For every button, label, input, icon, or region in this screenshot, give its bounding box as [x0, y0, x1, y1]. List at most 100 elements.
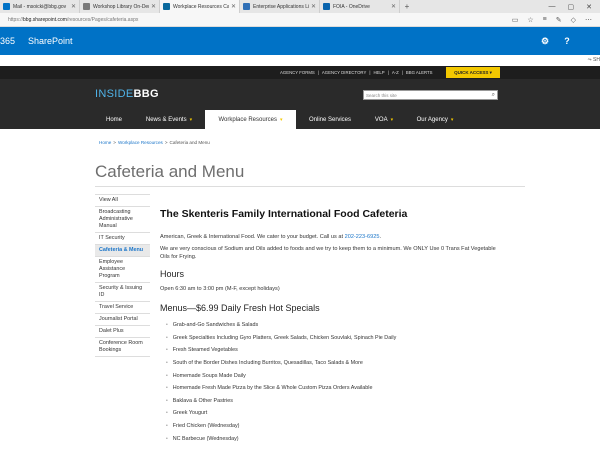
menu-list: • Grab-and-Go Sandwiches & Salads • Greek S… [160, 319, 505, 445]
left-nav-item[interactable]: Travel Service [95, 302, 150, 314]
page-icon [83, 3, 90, 10]
address-bar[interactable]: https://bbg.sharepoint.com/resources/Pag… [0, 13, 600, 27]
close-icon[interactable]: ✕ [391, 3, 396, 10]
left-nav-item[interactable]: Journalist Portal [95, 314, 150, 326]
left-nav-item[interactable]: IT Security [95, 233, 150, 245]
browser-tab[interactable]: Workplace Resources Ca ✕ [160, 0, 240, 13]
close-window-icon[interactable]: ✕ [586, 3, 592, 11]
menu-list-item: • Greek Specialties Including Gyro Platte… [160, 332, 505, 345]
menu-item-text: Fried Chicken (Wednesday) [172, 423, 240, 430]
nav-item-label: VOA [374, 116, 388, 123]
menu-list-item: • Fried Chicken (Wednesday) [160, 420, 505, 433]
close-icon[interactable]: ✕ [311, 3, 316, 10]
utility-link[interactable]: AGENCY DIRECTORY [322, 70, 366, 75]
settings-gear-icon[interactable]: ⚙ [534, 27, 556, 55]
nav-item-label: Workplace Resources [218, 117, 278, 123]
menu-item-text: Grab-and-Go Sandwiches & Salads [172, 322, 259, 329]
close-icon[interactable]: ✕ [231, 3, 236, 10]
browser-tab-label: FOIA - OneDrive [333, 3, 370, 10]
sharepoint-label[interactable]: SharePoint [28, 36, 73, 46]
account-icon[interactable] [578, 27, 600, 55]
health-paragraph: We are very conscious of Sodium and Oils… [160, 246, 496, 260]
page-title: Cafeteria and Menu [95, 162, 245, 181]
reading-view-icon[interactable]: ▭ [512, 16, 519, 24]
utility-link[interactable]: A-Z [392, 70, 399, 75]
utility-link[interactable]: BBG ALERTS [406, 70, 433, 75]
maximize-icon[interactable]: ▢ [568, 3, 575, 11]
bullet-icon: • [166, 334, 168, 341]
share-icon[interactable]: ◇ [571, 16, 576, 24]
browser-tab[interactable]: Mail - msoicki@bbg.gov ✕ [0, 0, 80, 13]
bullet-icon: • [166, 423, 168, 430]
menu-list-item: • NC Barbecue (Wednesday) [160, 432, 505, 445]
search-icon[interactable]: ⌕ [492, 92, 495, 99]
nav-item[interactable]: Our Agency ▾ [404, 110, 466, 129]
bullet-icon: • [166, 322, 168, 329]
sharepoint-icon [163, 3, 170, 10]
office365-label[interactable]: 365 [0, 36, 16, 46]
breadcrumb-item[interactable]: Workplace Resources [118, 140, 163, 145]
suite-bar: 365 SharePoint ⚙ ? [0, 27, 600, 55]
nav-item[interactable]: Workplace Resources ▾ [205, 110, 296, 130]
quick-access-button[interactable]: QUICK ACCESS ▾ [446, 67, 500, 78]
menu-item-text: NC Barbecue (Wednesday) [172, 435, 239, 442]
nav-item[interactable]: News & Events ▾ [133, 110, 205, 129]
left-nav-item[interactable]: Cafeteria & Menu [95, 245, 150, 257]
menu-item-text: Baklava & Other Pastries [172, 397, 233, 404]
new-tab-icon[interactable]: + [400, 0, 414, 13]
bullet-icon: • [166, 410, 168, 417]
inside-bbg-logo[interactable]: INSIDEBBG [95, 88, 159, 100]
left-nav-item[interactable]: Conference Room Bookings [95, 338, 150, 357]
left-nav-item[interactable]: Employee Assistance Program [95, 257, 150, 283]
intro-paragraph: American, Greek & International Food. We… [160, 234, 381, 240]
search-input[interactable]: Search this site ⌕ [363, 90, 498, 100]
browser-tab[interactable]: FOIA - OneDrive ✕ [320, 0, 400, 13]
breadcrumb-item[interactable]: Home [99, 140, 111, 145]
nav-item-label: Home [105, 116, 122, 123]
left-nav-item[interactable]: Dalet Plus [95, 326, 150, 338]
phone-link[interactable]: 202-223-6925 [345, 234, 380, 240]
left-nav-item[interactable]: Broadcasting Administrative Manual [95, 207, 150, 233]
menu-list-item: • South of the Border Dishes Including Bu… [160, 357, 505, 370]
hub-icon[interactable]: ≡ [543, 16, 547, 24]
share-arrow-icon: ⤳ [587, 57, 592, 63]
left-nav-item[interactable]: View All [95, 194, 150, 207]
main-nav: Home News & Events ▾ Workplace Resources ▾ On… [0, 110, 600, 130]
utility-link[interactable]: AGENCY FORMS [280, 70, 315, 75]
utility-links: AGENCY FORMS | AGENCY DIRECTORY | HELP | A-Z | B… [280, 66, 433, 79]
browser-tab[interactable]: Enterprise Applications Lim ✕ [240, 0, 320, 13]
menu-heading: Menus—$6.99 Daily Fresh Hot Specials [160, 303, 320, 313]
url-text[interactable]: https://bbg.sharepoint.com/resources/Pag… [8, 17, 138, 23]
nav-item[interactable]: Online Services [296, 110, 364, 129]
utility-link[interactable]: HELP [373, 70, 384, 75]
address-bar-tools: ▭ ☆ ≡ ✎ ◇ ⋯ [512, 16, 600, 24]
browser-tab-label: Workshop Library On-Dema [93, 3, 149, 10]
close-icon[interactable]: ✕ [151, 3, 156, 10]
nav-item[interactable]: Home [95, 110, 133, 129]
window-controls: — ▢ ✕ [549, 0, 600, 13]
notes-icon[interactable]: ✎ [556, 16, 562, 24]
left-nav-item[interactable]: Security & Issuing ID [95, 283, 150, 302]
close-icon[interactable]: ✕ [71, 3, 76, 10]
minimize-icon[interactable]: — [549, 3, 556, 10]
breadcrumb-separator: > [164, 140, 168, 145]
menu-list-item: • Homemade Fresh Made Pizza by the Slice … [160, 382, 505, 395]
browser-tab-label: Mail - msoicki@bbg.gov [13, 3, 67, 10]
browser-tab[interactable]: Workshop Library On-Dema ✕ [80, 0, 160, 13]
menu-list-item: • Homemade Soups Made Daily [160, 369, 505, 382]
bullet-icon: • [166, 360, 168, 367]
nav-item[interactable]: VOA ▾ [364, 110, 404, 129]
nav-item-label: Our Agency [416, 116, 448, 123]
share-button[interactable]: ⤳ SH [588, 57, 600, 63]
bullet-icon: • [166, 347, 168, 354]
favorite-star-icon[interactable]: ☆ [527, 16, 533, 24]
page-icon [243, 3, 250, 10]
title-divider [95, 186, 525, 187]
utility-separator: | [401, 70, 403, 75]
more-icon[interactable]: ⋯ [585, 16, 592, 24]
mail-icon [3, 3, 10, 10]
help-icon[interactable]: ? [556, 27, 578, 55]
menu-list-item: • Baklava & Other Pastries [160, 395, 505, 408]
caret-down-icon: ▾ [450, 116, 454, 123]
bullet-icon: • [166, 397, 168, 404]
